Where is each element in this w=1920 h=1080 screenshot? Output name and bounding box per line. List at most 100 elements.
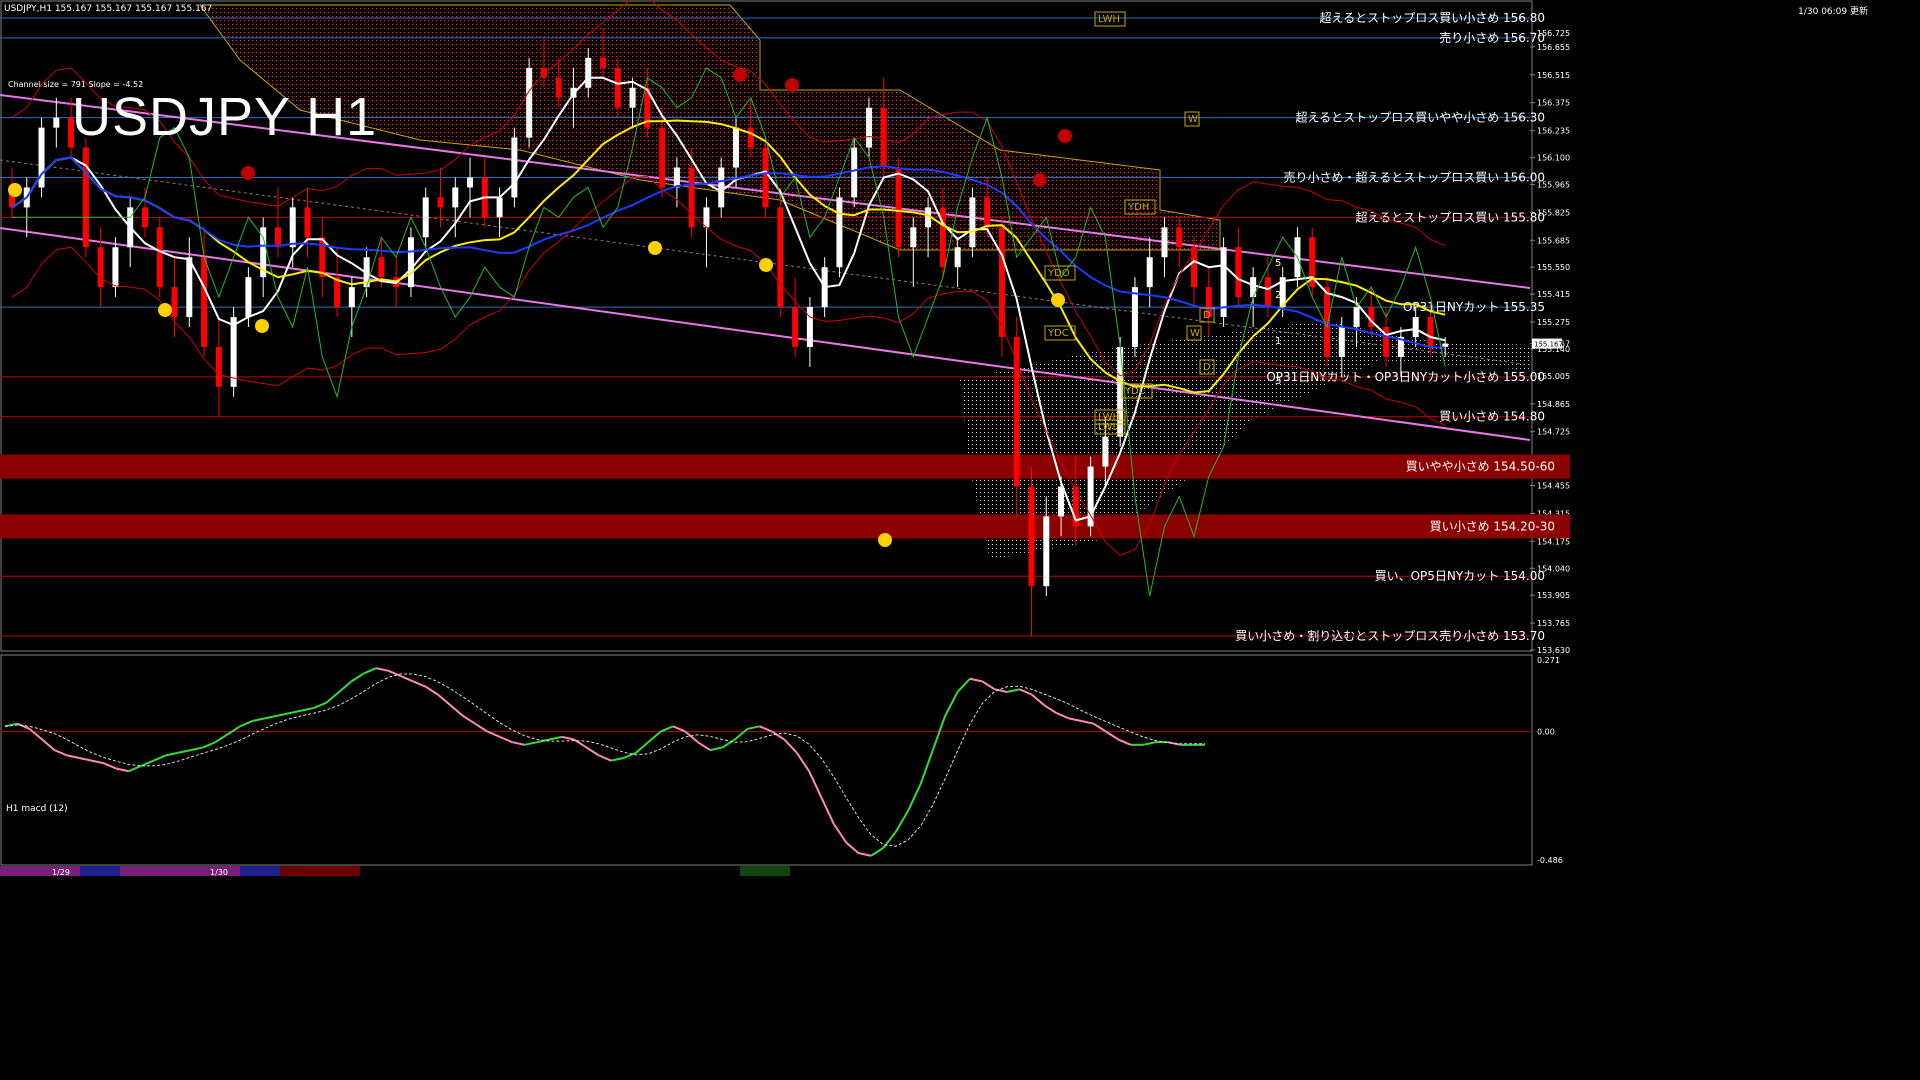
fractal-down-icon — [733, 68, 747, 82]
macd-segment — [462, 714, 476, 725]
y-tick-label: 154.865 — [1537, 400, 1570, 409]
candle-body — [289, 207, 296, 248]
candle-body — [1383, 327, 1390, 357]
candle-body — [614, 67, 621, 108]
marker-label: 1 — [1275, 336, 1281, 347]
candle-body — [1412, 317, 1419, 337]
candle-body — [201, 257, 208, 347]
fractal-up-icon — [878, 533, 892, 547]
candle-body — [141, 207, 148, 228]
candle-body — [422, 197, 429, 238]
candle-body — [245, 277, 252, 318]
support-band — [0, 514, 1570, 539]
macd-segment — [721, 738, 736, 749]
candle-body — [1161, 227, 1168, 258]
macd-segment — [759, 725, 773, 733]
level-label: 買い小さめ 154.20-30 — [1430, 519, 1555, 533]
macd-title: H1 macd (12) — [6, 804, 68, 814]
macd-segment — [931, 715, 947, 751]
macd-segment — [870, 847, 884, 857]
candle-body — [851, 147, 858, 198]
macd-segment — [833, 823, 848, 844]
level-label: 超えるとストップロス買いやや小さめ 156.30 — [1296, 110, 1545, 125]
candle-body — [733, 127, 739, 168]
y-tick-label: 153.630 — [1537, 646, 1570, 655]
marker-label: 5 — [1275, 258, 1281, 269]
macd-segment — [116, 767, 129, 773]
macd-segment — [734, 728, 748, 741]
y-tick-label: 155.415 — [1537, 290, 1570, 299]
y-tick-label: 153.905 — [1537, 591, 1570, 600]
macd-segment — [41, 738, 56, 751]
macd-segment — [190, 746, 204, 752]
candle-body — [673, 167, 680, 188]
macd-segment — [16, 722, 31, 730]
y-tick-label: 154.175 — [1537, 537, 1570, 546]
candle-body — [1264, 277, 1271, 308]
marker-label: YDL — [1124, 386, 1145, 397]
macd-segment — [1031, 693, 1045, 706]
macd-segment — [165, 751, 179, 757]
marker-label: D — [1203, 310, 1211, 321]
marker-label: YDC — [1047, 328, 1069, 339]
macd-segment — [375, 667, 389, 672]
macd-segment — [1056, 712, 1070, 720]
candle-body — [452, 187, 459, 208]
candle-body — [186, 257, 193, 318]
candle-body — [1146, 257, 1153, 288]
fractal-down-icon — [241, 166, 255, 180]
candle-body — [1427, 317, 1434, 347]
fractal-down-icon — [1058, 129, 1072, 143]
macd-segment — [239, 720, 253, 728]
price-chart: 156.725156.655156.515156.375156.235156.1… — [0, 0, 1570, 877]
macd-segment — [783, 738, 798, 754]
macd-segment — [153, 754, 167, 762]
candle-body — [880, 107, 887, 168]
level-label: 買いやや小さめ 154.50-60 — [1406, 460, 1555, 474]
fractal-up-icon — [1051, 293, 1065, 307]
level-label: 買い小さめ・割り込むとストップロス売り小さめ 153.70 — [1235, 628, 1545, 643]
marker-label: LWL — [1098, 422, 1119, 433]
macd-segment — [697, 741, 711, 751]
macd-segment — [647, 730, 662, 743]
macd-segment — [845, 841, 860, 854]
macd-segment — [1043, 704, 1058, 714]
macd-segment — [956, 678, 971, 693]
macd-segment — [499, 735, 513, 744]
macd-segment — [214, 733, 229, 744]
y-tick-label: 156.515 — [1537, 71, 1570, 80]
marker-label: W — [1190, 328, 1200, 339]
time-strip-segment — [0, 866, 40, 876]
y-tick-label: 155.550 — [1537, 263, 1570, 272]
time-strip-marker — [740, 866, 790, 876]
marker-label: YDO — [1047, 268, 1070, 279]
macd-segment — [66, 754, 80, 759]
marker-label: YDH — [1127, 202, 1149, 213]
fractal-up-icon — [158, 303, 172, 317]
macd-segment — [103, 762, 117, 770]
candle-body — [348, 287, 355, 308]
macd-segment — [747, 725, 760, 730]
time-strip-segment — [320, 866, 360, 876]
macd-segment — [894, 810, 909, 833]
candle-body — [97, 247, 104, 288]
candle-body — [688, 167, 695, 228]
time-strip-segment — [160, 866, 200, 876]
macd-segment — [512, 741, 525, 746]
macd-segment — [919, 749, 934, 785]
candle-body — [747, 127, 754, 148]
macd-segment — [549, 735, 562, 741]
candle-body — [304, 207, 311, 238]
macd-segment — [820, 797, 835, 825]
candle-body — [526, 67, 533, 138]
y-tick-label: 154.725 — [1537, 428, 1570, 437]
candle-body — [1043, 516, 1050, 587]
marker-label: D — [1203, 362, 1211, 373]
macd-segment — [771, 730, 785, 741]
time-strip-segment — [280, 866, 320, 876]
macd-segment — [1068, 717, 1082, 723]
candle-body — [910, 227, 917, 248]
macd-segment — [202, 741, 216, 749]
candle-body — [969, 197, 976, 248]
macd-pane-frame — [0, 654, 1533, 866]
